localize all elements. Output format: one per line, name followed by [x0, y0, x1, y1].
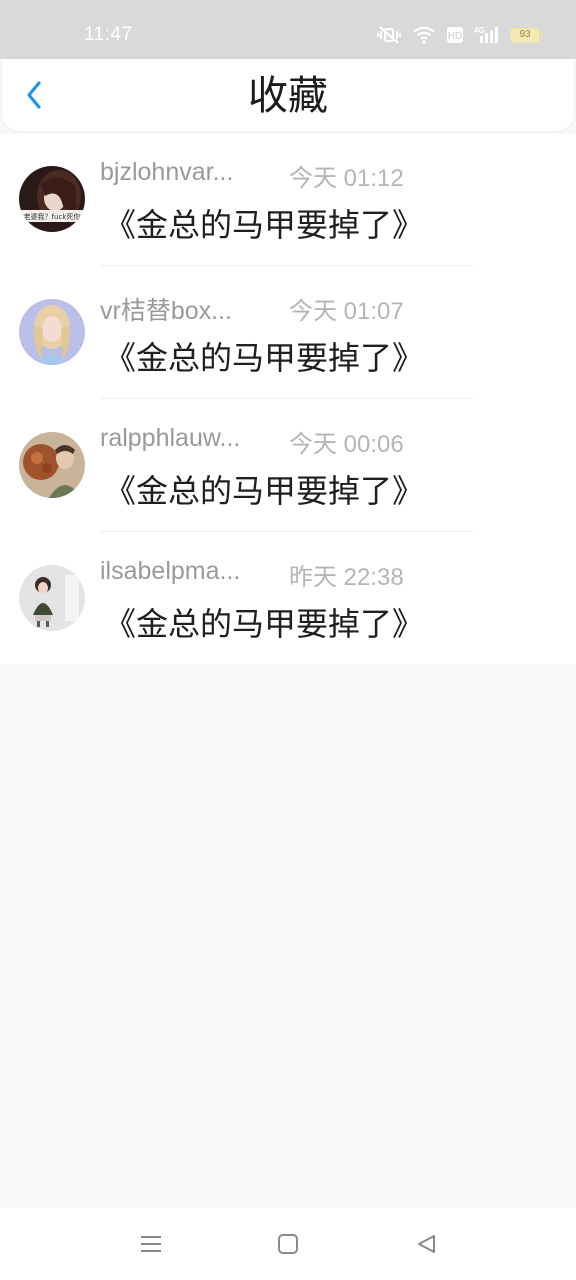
timestamp: 今天 01:07	[289, 298, 404, 325]
username[interactable]: ralpphlauw...	[100, 424, 270, 453]
wifi-icon	[412, 25, 436, 45]
4g-signal-icon: 4G	[474, 25, 500, 45]
menu-icon	[141, 1236, 161, 1252]
back-nav-button[interactable]	[410, 1228, 442, 1260]
vibrate-mute-icon	[376, 25, 402, 45]
home-button[interactable]	[272, 1228, 304, 1260]
svg-text:4G: 4G	[474, 26, 485, 35]
list-item[interactable]: ralpphlauw... 今天 00:06 《金总的马甲要掉了》	[0, 400, 576, 533]
status-icons: HD 4G 93	[376, 22, 543, 48]
battery-icon: 93	[510, 27, 543, 43]
header: 收藏	[2, 59, 574, 131]
username[interactable]: bjzlohnvar...	[100, 158, 270, 187]
svg-text:HD: HD	[448, 31, 462, 42]
avatar	[19, 432, 85, 498]
username[interactable]: vr桔替box...	[100, 291, 270, 327]
system-nav-bar	[0, 1208, 576, 1280]
status-time: 11:47	[84, 24, 133, 45]
menu-button[interactable]	[135, 1228, 167, 1260]
status-bar: 11:47 HD 4G 93	[0, 0, 576, 59]
item-title[interactable]: 《金总的马甲要掉了》	[104, 333, 424, 379]
timestamp: 今天 01:12	[289, 165, 404, 192]
timestamp: 昨天 22:38	[289, 564, 404, 591]
page-title: 收藏	[248, 73, 328, 119]
divider	[100, 398, 474, 399]
timestamp: 今天 00:06	[289, 431, 404, 458]
favorites-list: 老婆我？fuck死你 bjzlohnvar... 今天 01:12 《金总的马甲…	[0, 134, 576, 664]
avatar	[19, 565, 85, 631]
avatar-caption: 老婆我？fuck死你	[24, 212, 81, 221]
list-item[interactable]: 老婆我？fuck死你 bjzlohnvar... 今天 01:12 《金总的马甲…	[0, 134, 576, 267]
list-item[interactable]: ilsabelpma... 昨天 22:38 《金总的马甲要掉了》	[0, 533, 576, 666]
divider	[100, 265, 474, 266]
hd-icon: HD	[446, 26, 464, 44]
avatar	[19, 299, 85, 365]
username[interactable]: ilsabelpma...	[100, 557, 270, 586]
item-title[interactable]: 《金总的马甲要掉了》	[104, 200, 424, 246]
back-triangle-icon	[418, 1235, 435, 1253]
home-square-icon	[278, 1234, 298, 1254]
avatar: 老婆我？fuck死你	[19, 166, 85, 232]
divider	[100, 531, 474, 532]
item-title[interactable]: 《金总的马甲要掉了》	[104, 599, 424, 645]
item-title[interactable]: 《金总的马甲要掉了》	[104, 466, 424, 512]
list-item[interactable]: vr桔替box... 今天 01:07 《金总的马甲要掉了》	[0, 267, 576, 400]
